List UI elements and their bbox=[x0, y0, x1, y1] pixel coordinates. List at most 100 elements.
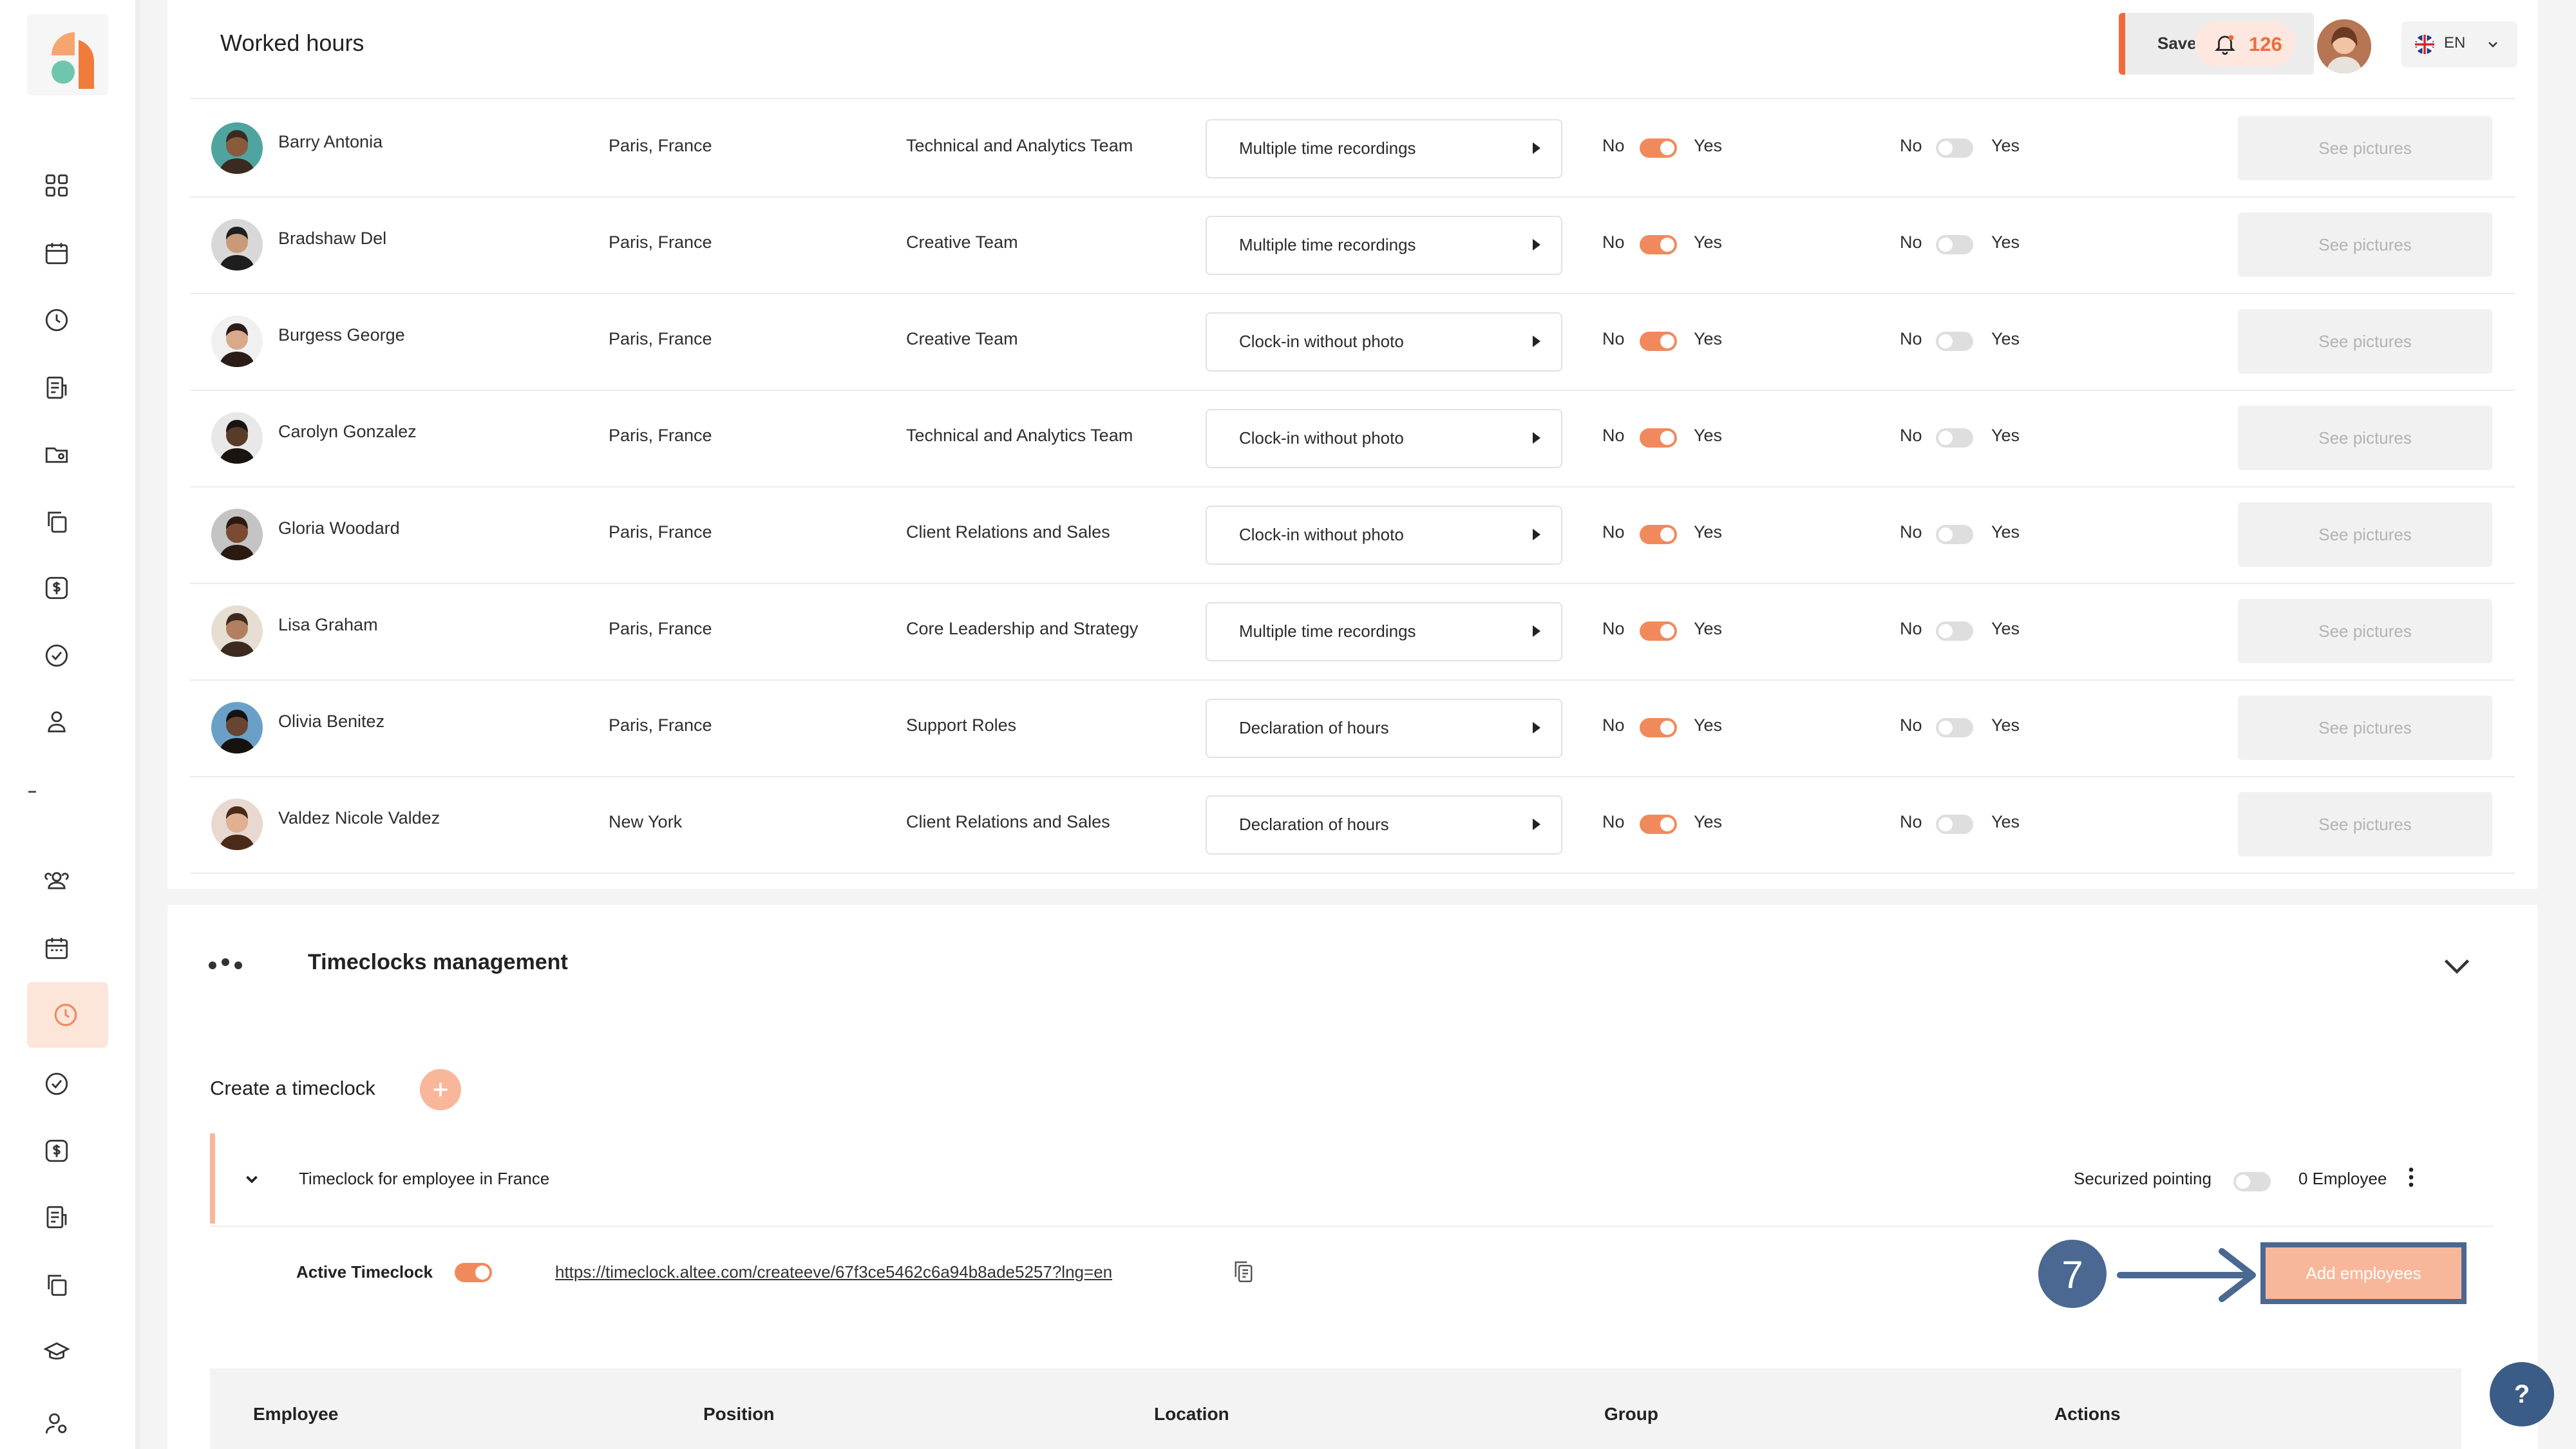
clock-icon[interactable] bbox=[41, 304, 73, 336]
active-timeclock-toggle[interactable] bbox=[455, 1263, 492, 1282]
see-pictures-button[interactable]: See pictures bbox=[2238, 406, 2492, 470]
employee-name: Olivia Benitez bbox=[278, 712, 385, 731]
toggle-switch[interactable] bbox=[1936, 621, 1973, 641]
avatar bbox=[211, 122, 263, 174]
clock-mode-dropdown[interactable]: Multiple time recordings bbox=[1206, 602, 1562, 661]
toggle-no-label: No bbox=[1900, 426, 1922, 445]
toggle-switch[interactable] bbox=[1936, 428, 1973, 448]
column-header-position[interactable]: Position bbox=[703, 1404, 774, 1425]
team-icon[interactable] bbox=[41, 864, 73, 896]
check-circle-icon[interactable] bbox=[41, 1068, 73, 1100]
see-pictures-label: See pictures bbox=[2318, 138, 2412, 158]
user-icon[interactable] bbox=[41, 705, 73, 737]
language-label: EN bbox=[2444, 34, 2466, 52]
copy-icon[interactable] bbox=[41, 506, 73, 538]
chevron-down-icon[interactable] bbox=[242, 1170, 261, 1189]
calendar-icon[interactable] bbox=[41, 932, 73, 964]
toggle-switch[interactable] bbox=[1936, 718, 1973, 737]
see-pictures-button[interactable]: See pictures bbox=[2238, 599, 2492, 663]
caret-right-icon bbox=[1533, 722, 1540, 734]
clock-mode-dropdown[interactable]: Clock-in without photo bbox=[1206, 506, 1562, 565]
help-button[interactable]: ? bbox=[2490, 1362, 2554, 1426]
toggle-no-label: No bbox=[1900, 522, 1922, 542]
calendar-icon[interactable] bbox=[41, 237, 73, 269]
toggle-switch[interactable] bbox=[1640, 138, 1677, 158]
toggle-yes-label: Yes bbox=[1694, 329, 1723, 348]
see-pictures-button[interactable]: See pictures bbox=[2238, 309, 2492, 374]
securized-pointing-toggle[interactable] bbox=[2233, 1172, 2271, 1191]
toggle-switch[interactable] bbox=[1936, 815, 1973, 834]
folder-user-icon[interactable] bbox=[41, 438, 73, 470]
clock-icon[interactable] bbox=[50, 999, 82, 1031]
document-icon[interactable] bbox=[41, 1201, 73, 1233]
app-logo[interactable] bbox=[27, 14, 108, 95]
add-employees-button[interactable]: Add employees bbox=[2260, 1242, 2467, 1304]
clock-mode-dropdown[interactable]: Multiple time recordings bbox=[1206, 216, 1562, 275]
column-header-location[interactable]: Location bbox=[1154, 1404, 1229, 1425]
see-pictures-button[interactable]: See pictures bbox=[2238, 696, 2492, 760]
toggle-switch[interactable] bbox=[1640, 815, 1677, 834]
toggle-no-label: No bbox=[1900, 715, 1922, 735]
create-timeclock-button[interactable] bbox=[420, 1069, 461, 1110]
toggle-no-label: No bbox=[1602, 136, 1625, 155]
clock-mode-dropdown[interactable]: Clock-in without photo bbox=[1206, 409, 1562, 468]
toggle-switch[interactable] bbox=[1640, 621, 1677, 641]
copy-icon[interactable] bbox=[1230, 1258, 1257, 1285]
column-header-group[interactable]: Group bbox=[1604, 1404, 1658, 1425]
toggle-switch[interactable] bbox=[1936, 332, 1973, 351]
see-pictures-button[interactable]: See pictures bbox=[2238, 116, 2492, 180]
avatar bbox=[211, 412, 263, 464]
clock-mode-dropdown[interactable]: Clock-in without photo bbox=[1206, 312, 1562, 372]
user-settings-icon[interactable] bbox=[41, 1407, 73, 1439]
notifications-badge[interactable]: 126 bbox=[2195, 21, 2295, 66]
clock-mode-value: Multiple time recordings bbox=[1239, 621, 1416, 641]
employee-location: New York bbox=[609, 812, 683, 831]
avatar bbox=[211, 316, 263, 367]
employee-location: Paris, France bbox=[609, 426, 712, 445]
toggle-switch[interactable] bbox=[1936, 525, 1973, 544]
toggle-no-label: No bbox=[1602, 715, 1625, 735]
table-row: Lisa Graham Paris, France Core Leadership … bbox=[190, 583, 2515, 681]
language-selector[interactable]: EN bbox=[2401, 21, 2517, 68]
dollar-icon[interactable] bbox=[41, 572, 73, 604]
employee-location: Paris, France bbox=[609, 522, 712, 542]
toggle-switch[interactable] bbox=[1936, 235, 1973, 254]
kebab-menu-icon[interactable] bbox=[2398, 1164, 2424, 1190]
employee-name: Barry Antonia bbox=[278, 132, 383, 151]
column-header-employee[interactable]: Employee bbox=[253, 1404, 338, 1425]
user-avatar[interactable] bbox=[2317, 19, 2371, 73]
page-title: Worked hours bbox=[220, 30, 365, 56]
document-icon[interactable] bbox=[41, 372, 73, 404]
see-pictures-label: See pictures bbox=[2318, 621, 2412, 641]
see-pictures-button[interactable]: See pictures bbox=[2238, 213, 2492, 277]
toggle-no-label: No bbox=[1602, 329, 1625, 348]
more-dots-icon[interactable] bbox=[206, 956, 247, 972]
copy-icon[interactable] bbox=[41, 1269, 73, 1301]
timeclock-accent-bar bbox=[210, 1133, 215, 1224]
table-row: Valdez Nicole Valdez New York Client Relat… bbox=[190, 776, 2515, 874]
see-pictures-button[interactable]: See pictures bbox=[2238, 792, 2492, 857]
clock-mode-dropdown[interactable]: Declaration of hours bbox=[1206, 699, 1562, 758]
column-header-actions[interactable]: Actions bbox=[2054, 1404, 2121, 1425]
timeclock-url-link[interactable]: https://timeclock.altee.com/createeve/67… bbox=[555, 1262, 1112, 1282]
toggle-switch[interactable] bbox=[1640, 525, 1677, 544]
toggle-switch[interactable] bbox=[1936, 138, 1973, 158]
graduation-cap-icon[interactable] bbox=[41, 1336, 73, 1368]
chevron-down-icon[interactable] bbox=[2438, 946, 2476, 985]
timeclocks-section: Timeclocks management Create a timeclock… bbox=[167, 905, 2537, 1449]
dashboard-icon[interactable] bbox=[41, 169, 73, 202]
toggle-switch[interactable] bbox=[1640, 718, 1677, 737]
check-circle-icon[interactable] bbox=[41, 639, 73, 672]
clock-mode-dropdown[interactable]: Multiple time recordings bbox=[1206, 119, 1562, 178]
dollar-icon[interactable] bbox=[41, 1135, 73, 1167]
toggle-switch[interactable] bbox=[1640, 332, 1677, 351]
toggle-switch[interactable] bbox=[1640, 235, 1677, 254]
toggle-switch[interactable] bbox=[1640, 428, 1677, 448]
sidebar-divider bbox=[135, 0, 140, 1449]
clock-mode-value: Multiple time recordings bbox=[1239, 138, 1416, 158]
toggle-no-label: No bbox=[1900, 329, 1922, 348]
clock-mode-dropdown[interactable]: Declaration of hours bbox=[1206, 795, 1562, 855]
see-pictures-button[interactable]: See pictures bbox=[2238, 502, 2492, 567]
caret-right-icon bbox=[1533, 432, 1540, 444]
toggle-no-label: No bbox=[1602, 232, 1625, 252]
